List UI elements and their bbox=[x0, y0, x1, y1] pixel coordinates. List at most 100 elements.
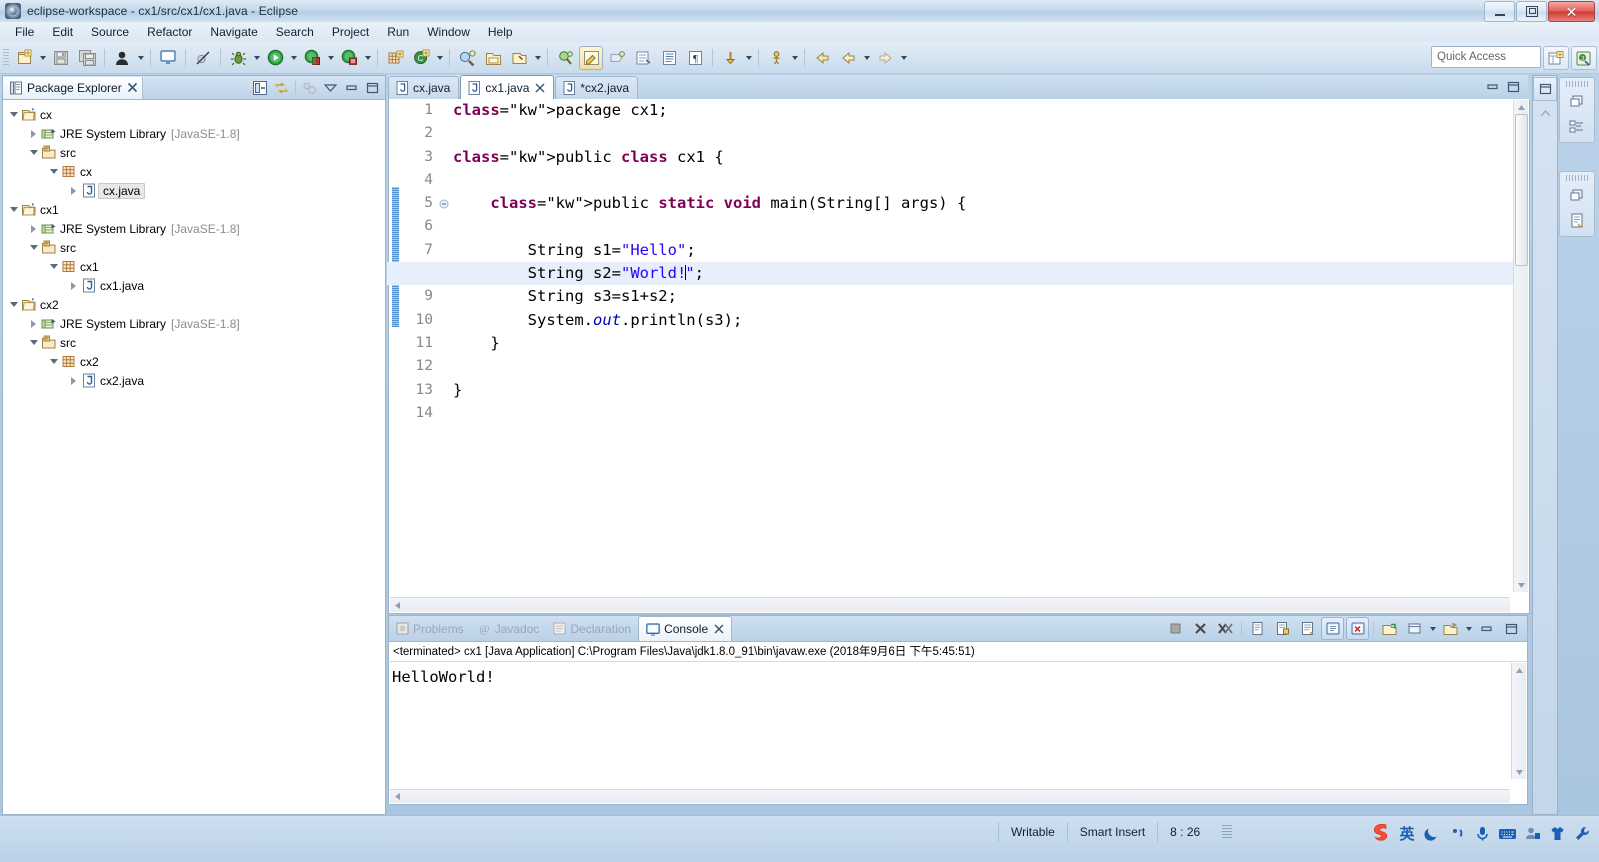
search-icon[interactable] bbox=[507, 46, 531, 70]
tab-package-explorer[interactable]: Package Explorer bbox=[3, 76, 143, 99]
chevron-down-icon[interactable] bbox=[7, 295, 20, 314]
chevron-right-icon[interactable] bbox=[27, 314, 40, 333]
user-icon[interactable] bbox=[1521, 822, 1543, 844]
editor-code[interactable]: class="kw">package cx1; class="kw">publi… bbox=[451, 99, 1513, 593]
new-class-dropdown-arrow[interactable] bbox=[434, 47, 445, 69]
tree-item-src[interactable]: src bbox=[7, 333, 385, 352]
code-line[interactable] bbox=[451, 355, 1513, 378]
skin-icon[interactable] bbox=[1546, 822, 1568, 844]
outline-view-icon[interactable] bbox=[1564, 89, 1590, 113]
tree-item-cx-java[interactable]: cx.java bbox=[7, 181, 385, 200]
menu-edit[interactable]: Edit bbox=[43, 23, 82, 41]
editor-tab-cx1-java[interactable]: cx1.java bbox=[460, 75, 555, 99]
task-list-view-icon[interactable] bbox=[1564, 208, 1590, 232]
chevron-down-icon[interactable] bbox=[47, 352, 60, 371]
tree-item-src[interactable]: src bbox=[7, 143, 385, 162]
terminate-icon[interactable] bbox=[1164, 617, 1187, 640]
console-tab-problems[interactable]: Problems bbox=[389, 617, 471, 641]
open-type-icon[interactable] bbox=[110, 46, 134, 70]
view-menu-icon[interactable] bbox=[300, 78, 319, 97]
chevron-down-icon[interactable] bbox=[27, 333, 40, 352]
code-line[interactable]: } bbox=[451, 379, 1513, 402]
scroll-lock-icon[interactable] bbox=[1271, 617, 1294, 640]
display-selected-console-icon[interactable] bbox=[1346, 617, 1369, 640]
chevron-down-icon[interactable] bbox=[7, 200, 20, 219]
back-icon[interactable] bbox=[810, 46, 834, 70]
coverage-dropdown-arrow[interactable] bbox=[325, 47, 336, 69]
open-perspective-icon[interactable] bbox=[1543, 46, 1569, 70]
forward-back-icon[interactable] bbox=[836, 46, 860, 70]
editor-annotation-ruler[interactable] bbox=[389, 99, 401, 593]
debug-dropdown-arrow[interactable] bbox=[251, 47, 262, 69]
toggle-mark-occurrences-icon[interactable] bbox=[579, 45, 603, 70]
tree-item-cx2[interactable]: cx2 bbox=[7, 295, 385, 314]
editor-horizontal-scrollbar[interactable] bbox=[390, 597, 1510, 612]
maximize-console-icon[interactable] bbox=[1500, 617, 1523, 640]
maximize-view-icon[interactable] bbox=[363, 78, 382, 97]
console-vertical-scrollbar[interactable] bbox=[1511, 663, 1526, 779]
console-output-area[interactable]: HelloWorld! bbox=[388, 662, 1528, 805]
maximize-editor-icon[interactable] bbox=[1504, 77, 1523, 96]
next-member-icon[interactable] bbox=[764, 46, 788, 70]
editor-tab-cx-java[interactable]: cx.java bbox=[388, 76, 460, 99]
back-dropdown-arrow[interactable] bbox=[861, 47, 872, 69]
run-dropdown-arrow[interactable] bbox=[288, 47, 299, 69]
tree-item-cx1[interactable]: cx1 bbox=[7, 200, 385, 219]
chevron-down-icon[interactable] bbox=[47, 257, 60, 276]
menu-help[interactable]: Help bbox=[479, 23, 522, 41]
tree-item-cx[interactable]: cx bbox=[7, 105, 385, 124]
ime-mode-label[interactable]: 英 bbox=[1396, 822, 1418, 844]
profile-icon[interactable] bbox=[337, 46, 361, 70]
scroll-down-arrow[interactable] bbox=[1514, 578, 1528, 592]
pin-dropdown-icon[interactable] bbox=[1439, 617, 1462, 640]
run-icon[interactable] bbox=[263, 46, 287, 70]
maximize-button[interactable] bbox=[1516, 1, 1547, 22]
tree-item-jre-system-library[interactable]: JRE System Library [JavaSE-1.8] bbox=[7, 314, 385, 333]
chevron-down-icon[interactable] bbox=[47, 162, 60, 181]
outline-tree-icon[interactable] bbox=[1564, 114, 1590, 138]
minimize-console-icon[interactable] bbox=[1475, 617, 1498, 640]
open-resource-icon[interactable] bbox=[481, 46, 505, 70]
open-type-dropdown-arrow[interactable] bbox=[135, 47, 146, 69]
menu-window[interactable]: Window bbox=[418, 23, 479, 41]
tree-item-cx2[interactable]: cx2 bbox=[7, 352, 385, 371]
code-line[interactable] bbox=[451, 215, 1513, 238]
minimize-view-icon[interactable] bbox=[342, 78, 361, 97]
show-whitespace-icon[interactable] bbox=[657, 46, 681, 70]
code-line[interactable]: class="kw">public static void main(Strin… bbox=[451, 192, 1513, 215]
tree-item-cx1-java[interactable]: cx1.java bbox=[7, 276, 385, 295]
pin-console-icon[interactable] bbox=[1321, 617, 1344, 640]
menu-file[interactable]: File bbox=[6, 23, 43, 41]
menu-source[interactable]: Source bbox=[82, 23, 138, 41]
debug-bug-icon[interactable] bbox=[226, 46, 250, 70]
scroll-up-arrow[interactable] bbox=[1514, 100, 1528, 114]
moon-icon[interactable] bbox=[1421, 822, 1443, 844]
microphone-icon[interactable] bbox=[1471, 822, 1493, 844]
stack-grip[interactable] bbox=[1566, 81, 1588, 87]
search-dropdown-arrow[interactable] bbox=[532, 47, 543, 69]
chevron-right-icon[interactable] bbox=[67, 181, 80, 200]
menu-navigate[interactable]: Navigate bbox=[201, 23, 266, 41]
console-tab-declaration[interactable]: Declaration bbox=[546, 617, 638, 641]
console-tab-console[interactable]: Console bbox=[638, 616, 733, 641]
toggle-breadcrumb-icon[interactable] bbox=[605, 46, 629, 70]
next-member-dropdown-arrow[interactable] bbox=[789, 47, 800, 69]
task-list-icon[interactable] bbox=[1564, 183, 1590, 207]
console-scroll-left-arrow[interactable] bbox=[390, 790, 404, 804]
new-java-console-icon[interactable] bbox=[156, 46, 180, 70]
chevron-right-icon[interactable] bbox=[27, 219, 40, 238]
close-button[interactable]: ✕ bbox=[1548, 1, 1595, 22]
toolbar-grip[interactable] bbox=[3, 48, 9, 67]
stack-grip[interactable] bbox=[1566, 175, 1588, 181]
minimize-button[interactable] bbox=[1484, 1, 1515, 22]
menu-run[interactable]: Run bbox=[378, 23, 418, 41]
restore-view-icon[interactable] bbox=[1533, 77, 1557, 101]
wrench-icon[interactable] bbox=[1571, 822, 1593, 844]
link-with-editor-icon[interactable] bbox=[272, 78, 291, 97]
chevron-right-icon[interactable] bbox=[27, 124, 40, 143]
code-line[interactable] bbox=[451, 169, 1513, 192]
sogou-logo-icon[interactable] bbox=[1369, 821, 1393, 845]
new-dropdown-arrow[interactable] bbox=[37, 47, 48, 69]
chevron-down-icon[interactable] bbox=[27, 238, 40, 257]
chevron-down-icon[interactable] bbox=[7, 105, 20, 124]
